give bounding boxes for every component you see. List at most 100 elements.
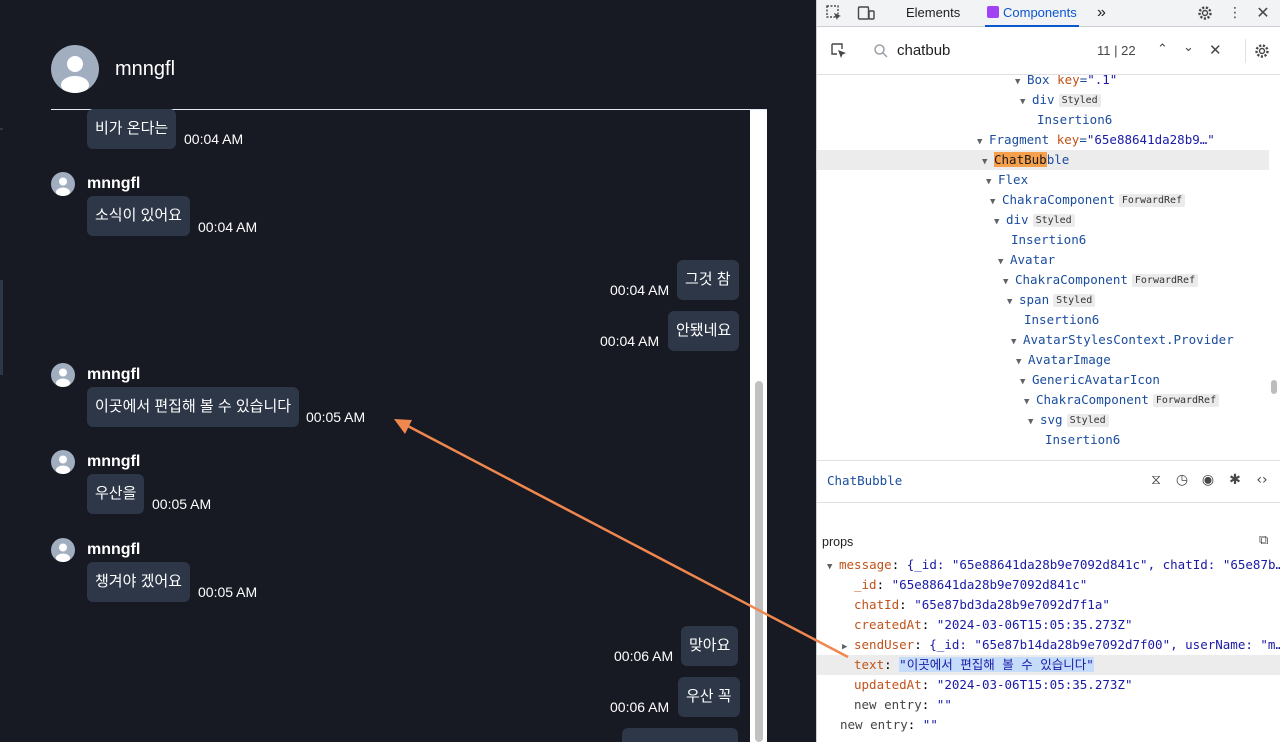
tree-row[interactable]: Insertion6 (817, 430, 1269, 450)
expand-toggle[interactable]: ▼ (998, 252, 1010, 272)
prop-row[interactable]: updatedAt: "2024-03-06T15:05:35.273Z" (817, 675, 1280, 695)
prop-row[interactable]: createdAt: "2024-03-06T15:05:35.273Z" (817, 615, 1280, 635)
expand-toggle[interactable]: ▼ (990, 192, 1002, 212)
new-entry-value-input[interactable]: "" (937, 697, 952, 712)
prop-value-text-input[interactable]: "이곳에서 편집해 볼 수 있습니다" (899, 657, 1094, 672)
tree-row[interactable]: ▼ Box key=".1" (817, 75, 1269, 90)
message-bubble[interactable]: 우산 꼭 (678, 677, 740, 717)
tree-row[interactable]: ▼ GenericAvatarIcon (817, 370, 1269, 390)
message-time: 00:04 AM (184, 131, 244, 147)
expand-toggle[interactable]: ▼ (1028, 412, 1040, 432)
more-tabs-button[interactable]: » (1097, 0, 1106, 27)
prop-value[interactable]: "2024-03-06T15:05:35.273Z" (937, 677, 1133, 692)
author-avatar[interactable] (51, 538, 75, 562)
message-time: 00:04 AM (600, 333, 660, 349)
tree-row[interactable]: ▼ Flex (817, 170, 1269, 190)
message-bubble[interactable]: 챙겨야 겠어요 (87, 562, 190, 602)
tree-row[interactable]: ▼ Fragment key="65e88641da28b9…" (817, 130, 1269, 150)
prop-row[interactable]: ▶ sendUser: {_id: "65e87b14da28b9e7092d7f… (817, 635, 1280, 655)
prop-row-selected[interactable]: text: "이곳에서 편집해 볼 수 있습니다" (817, 655, 1280, 675)
tree-row[interactable]: ▼ div Styled (817, 90, 1269, 110)
tree-row[interactable]: Insertion6 (817, 110, 1269, 130)
tree-row[interactable]: Insertion6 (817, 230, 1269, 250)
prop-value[interactable]: "2024-03-06T15:05:35.273Z" (937, 617, 1133, 632)
message-time: 00:05 AM (198, 584, 258, 600)
tree-row[interactable]: Insertion6 (817, 310, 1269, 330)
prop-row[interactable]: new entry: "" (817, 695, 1280, 715)
message-bubble[interactable]: 그것 참 (677, 260, 739, 300)
prop-value[interactable]: "65e88641da28b9e7092d841c" (892, 577, 1088, 592)
expand-toggle[interactable]: ▼ (1007, 292, 1019, 312)
tree-row[interactable]: ▼ AvatarStylesContext.Provider (817, 330, 1269, 350)
message-bubble[interactable]: 소식이 있어요 (87, 196, 190, 236)
author-avatar[interactable] (51, 172, 75, 196)
expand-toggle[interactable]: ▼ (1020, 372, 1032, 392)
message-bubble-partial[interactable] (622, 728, 738, 742)
prop-value[interactable]: {_id: "65e87b14da28b9e7092d7f00", userNa… (929, 637, 1280, 652)
more-options-icon[interactable]: ⋮ (1226, 4, 1244, 22)
clear-search-icon[interactable]: ✕ (1209, 41, 1222, 59)
expand-toggle[interactable]: ▼ (1011, 332, 1023, 352)
prop-row[interactable]: new entry: "" (817, 715, 1280, 735)
settings-gear-icon[interactable] (1253, 42, 1271, 60)
devtools-tab-bar: Elements Components » ⋮ ✕ (817, 0, 1280, 27)
tab-elements[interactable]: Elements (906, 0, 960, 27)
tree-row[interactable]: ▼ ChakraComponent ForwardRef (817, 390, 1269, 410)
settings-gear-icon[interactable] (1196, 4, 1214, 22)
device-toolbar-icon[interactable] (857, 4, 875, 22)
expand-toggle[interactable]: ▼ (827, 557, 839, 575)
tree-row[interactable]: ▼ span Styled (817, 290, 1269, 310)
expand-toggle[interactable]: ▼ (1003, 272, 1015, 292)
log-bug-icon[interactable]: ✱ (1227, 472, 1243, 488)
prop-value[interactable]: "65e87bd3da28b9e7092d7f1a" (914, 597, 1110, 612)
tree-row[interactable]: ▼ div Styled (817, 210, 1269, 230)
tree-row[interactable]: ▼ svg Styled (817, 410, 1269, 430)
chevron-up-icon[interactable]: ⌃ (1157, 42, 1168, 57)
tree-row-selected[interactable]: ▼ ChatBubble (817, 150, 1269, 170)
message-bubble[interactable]: 비가 온다는 (87, 109, 177, 149)
tree-row[interactable]: ▼ ChakraComponent ForwardRef (817, 190, 1269, 210)
expand-toggle[interactable]: ▼ (1016, 352, 1028, 372)
new-entry-key-input[interactable]: new entry (854, 697, 922, 712)
component-name: ChakraComponent (1036, 392, 1149, 407)
prop-value[interactable]: {_id: "65e88641da28b9e7092d841c", chatId… (907, 557, 1280, 572)
view-source-icon[interactable]: ‹› (1254, 472, 1270, 488)
close-devtools-icon[interactable]: ✕ (1254, 4, 1272, 22)
tree-scrollbar-thumb[interactable] (1271, 380, 1277, 394)
select-component-icon[interactable] (830, 42, 848, 60)
message-bubble[interactable]: 우산을 (87, 474, 145, 514)
tree-row[interactable]: ▼ ChakraComponent ForwardRef (817, 270, 1269, 290)
header-avatar[interactable] (51, 45, 99, 93)
new-entry-value-input[interactable]: "" (923, 717, 938, 732)
expand-toggle[interactable]: ▼ (994, 212, 1006, 232)
message-bubble[interactable]: 맞아요 (681, 626, 739, 666)
inspect-element-icon[interactable] (825, 4, 843, 22)
component-search-bar: chatbub 11 | 22 ⌃ ⌄ ✕ (817, 27, 1280, 75)
expand-toggle[interactable]: ▼ (982, 152, 994, 172)
chat-scrollbar-thumb[interactable] (755, 381, 763, 742)
suspend-toggle-icon[interactable]: ⧖ (1148, 472, 1164, 488)
expand-toggle[interactable]: ▼ (1024, 392, 1036, 412)
toolbar-divider (1245, 39, 1246, 63)
props-section-label: props (822, 535, 854, 549)
prop-row[interactable]: ▼ message: {_id: "65e88641da28b9e7092d841… (817, 555, 1280, 575)
copy-props-icon[interactable]: ⧉ (1259, 533, 1268, 548)
prop-row[interactable]: chatId: "65e87bd3da28b9e7092d7f1a" (817, 595, 1280, 615)
message-bubble[interactable]: 이곳에서 편집해 볼 수 있습니다 (87, 387, 300, 427)
tree-row[interactable]: ▼ AvatarImage (817, 350, 1269, 370)
tree-row[interactable]: ▼ Avatar (817, 250, 1269, 270)
message-bubble[interactable]: 안됐네요 (668, 311, 740, 351)
author-avatar[interactable] (51, 363, 75, 387)
tab-components[interactable]: Components (985, 0, 1079, 27)
chevron-down-icon[interactable]: ⌄ (1183, 40, 1194, 55)
expand-toggle[interactable]: ▼ (977, 132, 989, 152)
component-search-input[interactable]: chatbub (897, 42, 950, 59)
new-entry-key-input[interactable]: new entry (840, 717, 908, 732)
inspect-dom-eye-icon[interactable]: ◉ (1200, 472, 1216, 488)
expand-toggle[interactable]: ▶ (842, 637, 854, 655)
stopwatch-icon[interactable]: ◷ (1174, 472, 1190, 488)
expand-toggle[interactable]: ▼ (986, 172, 998, 192)
author-avatar[interactable] (51, 450, 75, 474)
expand-toggle[interactable]: ▼ (1020, 92, 1032, 112)
prop-row[interactable]: _id: "65e88641da28b9e7092d841c" (817, 575, 1280, 595)
